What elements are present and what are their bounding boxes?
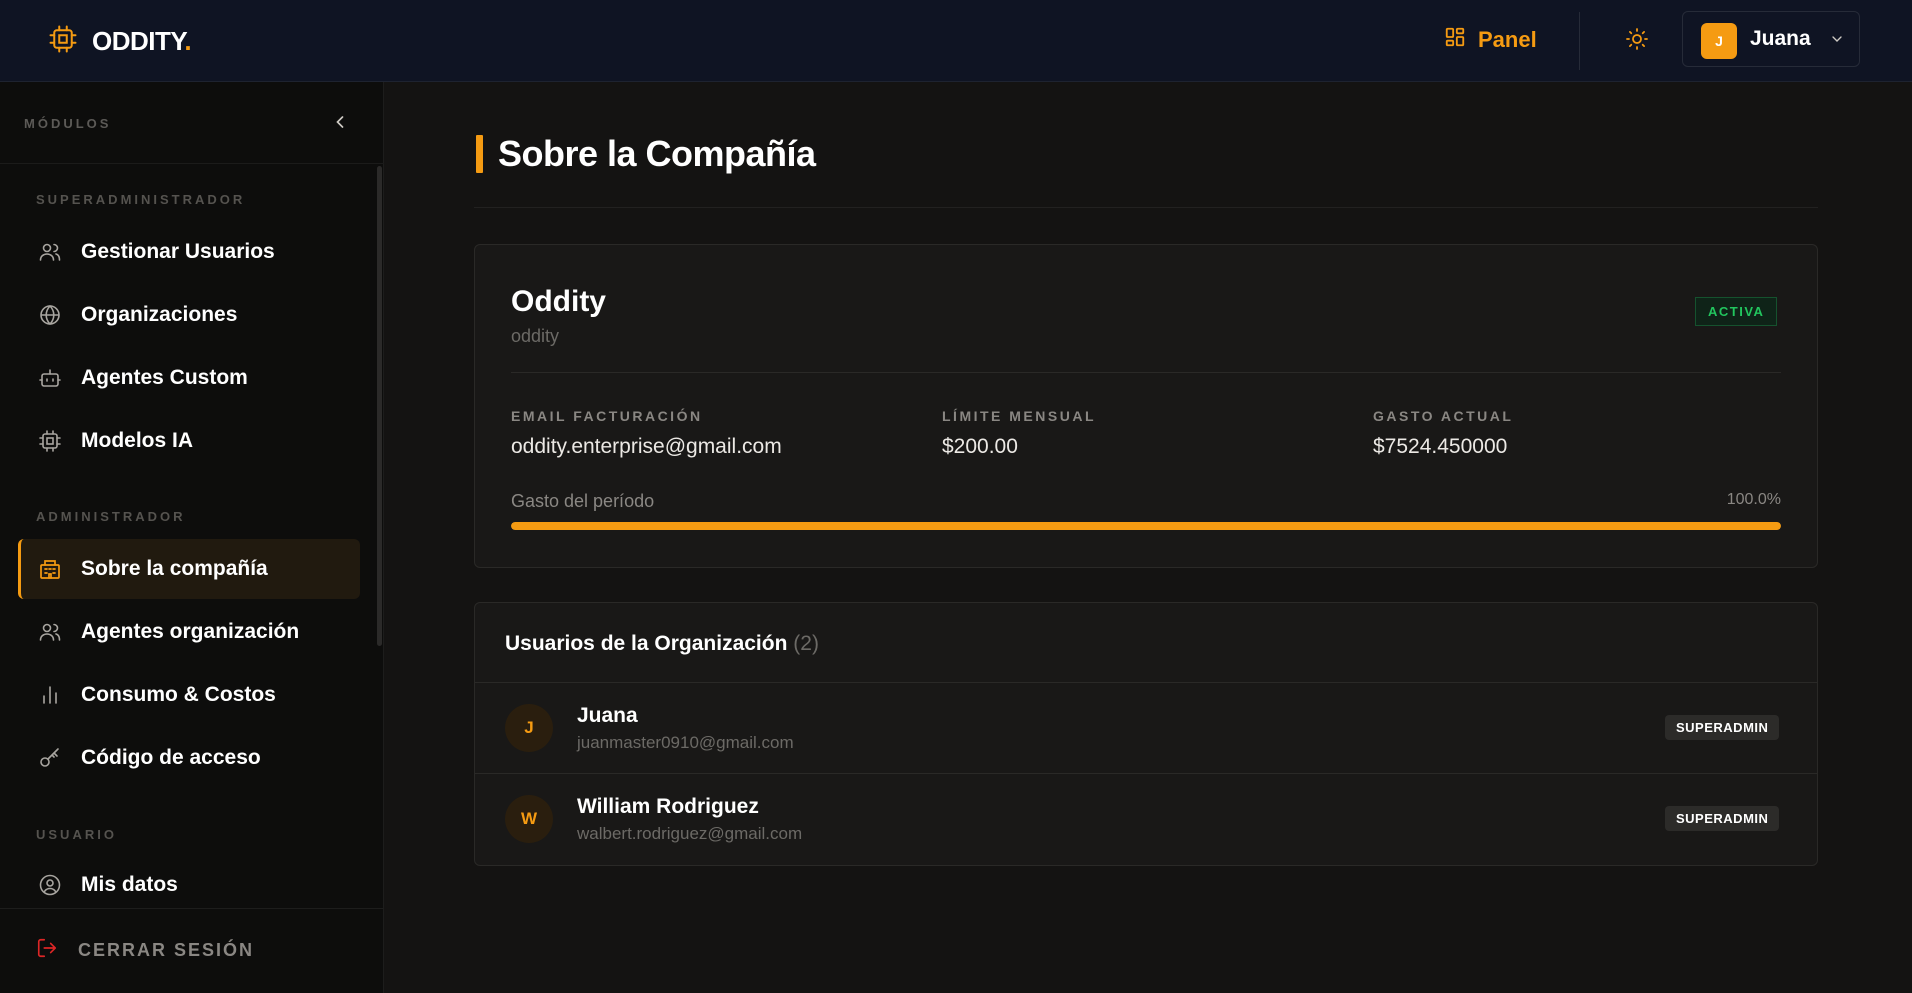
section-label: ADMINISTRADOR	[36, 509, 186, 524]
sidebar-scrollbar[interactable]	[377, 166, 382, 646]
sidebar-item-sobre-la-compania[interactable]: Sobre la compañía	[18, 539, 360, 599]
avatar: J	[505, 704, 553, 752]
users-icon	[38, 620, 62, 644]
sun-icon	[1625, 27, 1649, 56]
divider	[511, 372, 1781, 373]
sidebar-item-modelos-ia[interactable]: Modelos IA	[18, 411, 360, 471]
avatar: J	[1701, 23, 1737, 59]
users-header: Usuarios de la Organización (2)	[475, 603, 1817, 683]
user-name: Juana	[577, 704, 638, 727]
sidebar-item-gestionar-usuarios[interactable]: Gestionar Usuarios	[18, 222, 360, 282]
sidebar-item-label: Organizaciones	[81, 303, 238, 326]
company-card: Oddity oddity ACTIVA EMAIL FACTURACIÓN o…	[474, 244, 1818, 568]
sidebar-item-label: Agentes Custom	[81, 366, 248, 389]
sidebar-header: MÓDULOS	[0, 82, 384, 164]
spend-progress-label: Gasto del período	[511, 491, 655, 511]
key-icon	[38, 746, 62, 770]
spend-progress-fill	[511, 522, 1781, 530]
sidebar-item-label: Modelos IA	[81, 429, 194, 452]
section-label: SUPERADMINISTRADOR	[36, 192, 246, 207]
current-spend-value: $7524.450000	[1373, 435, 1508, 458]
section-label: USUARIO	[36, 827, 117, 842]
current-spend-label: GASTO ACTUAL	[1373, 408, 1514, 424]
sidebar-item-consumo-costos[interactable]: Consumo & Costos	[18, 665, 360, 725]
user-email: walbert.rodriguez@gmail.com	[577, 824, 803, 843]
sidebar-item-label: Sobre la compañía	[81, 557, 268, 580]
bot-icon	[38, 366, 62, 390]
sidebar-title: MÓDULOS	[24, 116, 112, 131]
sidebar-item-label: Código de acceso	[81, 746, 261, 769]
sidebar-item-label: Consumo & Costos	[81, 683, 276, 706]
brand[interactable]: ODDITY.	[48, 24, 192, 59]
building-icon	[38, 557, 62, 581]
billing-email-value: oddity.enterprise@gmail.com	[511, 435, 782, 458]
org-slug: oddity	[511, 326, 560, 346]
divider	[1579, 12, 1580, 70]
panel-label: Panel	[1478, 27, 1537, 52]
users-title: Usuarios de la Organización (2)	[505, 632, 819, 655]
title-accent	[476, 135, 483, 173]
logout-button[interactable]: CERRAR SESIÓN	[36, 937, 254, 964]
list-item: J Juana juanmaster0910@gmail.com SUPERAD…	[475, 683, 1817, 774]
main-content: Sobre la Compañía Oddity oddity ACTIVA E…	[384, 82, 1912, 993]
spend-progress-percent: 100.0%	[1726, 491, 1781, 508]
brand-name: ODDITY.	[92, 26, 192, 56]
chevron-left-icon[interactable]	[330, 112, 350, 137]
bar-chart-icon	[38, 683, 62, 707]
user-name: William Rodriguez	[577, 795, 759, 818]
user-menu[interactable]: J Juana	[1682, 11, 1860, 67]
sidebar-item-organizaciones[interactable]: Organizaciones	[18, 285, 360, 345]
sidebar-item-label: Gestionar Usuarios	[81, 240, 275, 263]
top-bar: ODDITY. Panel J Juana	[0, 0, 1912, 82]
user-email: juanmaster0910@gmail.com	[577, 733, 794, 752]
chip-icon	[38, 429, 62, 453]
org-name: Oddity	[511, 285, 606, 318]
role-badge: SUPERADMIN	[1665, 806, 1780, 831]
grid-icon	[1444, 26, 1466, 54]
sidebar-item-agentes-custom[interactable]: Agentes Custom	[18, 348, 360, 408]
chip-icon	[48, 24, 78, 59]
spend-progress-bar	[511, 522, 1781, 530]
sidebar-item-mis-datos[interactable]: Mis datos	[18, 855, 360, 915]
globe-icon	[38, 303, 62, 327]
role-badge: SUPERADMIN	[1665, 715, 1780, 740]
monthly-limit-label: LÍMITE MENSUAL	[942, 408, 1096, 424]
sidebar: MÓDULOS SUPERADMINISTRADOR Gestionar Usu…	[0, 82, 384, 993]
sidebar-item-label: Mis datos	[81, 873, 178, 896]
org-users-card: Usuarios de la Organización (2) J Juana …	[474, 602, 1818, 866]
logout-area: CERRAR SESIÓN	[0, 908, 384, 993]
billing-email-label: EMAIL FACTURACIÓN	[511, 408, 703, 424]
sidebar-item-codigo-de-acceso[interactable]: Código de acceso	[18, 728, 360, 788]
sidebar-item-label: Agentes organización	[81, 620, 300, 643]
logout-label: CERRAR SESIÓN	[78, 940, 255, 960]
avatar: W	[505, 795, 553, 843]
logout-icon	[36, 937, 58, 964]
sidebar-item-agentes-organizacion[interactable]: Agentes organización	[18, 602, 360, 662]
theme-toggle-button[interactable]	[1620, 24, 1654, 58]
divider	[474, 207, 1818, 208]
users-count: (2)	[793, 632, 819, 655]
panel-link[interactable]: Panel	[1444, 26, 1537, 54]
user-circle-icon	[38, 873, 62, 897]
page-title: Sobre la Compañía	[498, 133, 816, 174]
list-item: W William Rodriguez walbert.rodriguez@gm…	[475, 774, 1817, 865]
chevron-down-icon	[1829, 31, 1845, 52]
user-name: Juana	[1750, 27, 1811, 50]
status-badge: ACTIVA	[1695, 297, 1778, 326]
monthly-limit-value: $200.00	[942, 435, 1018, 458]
users-icon	[38, 240, 62, 264]
